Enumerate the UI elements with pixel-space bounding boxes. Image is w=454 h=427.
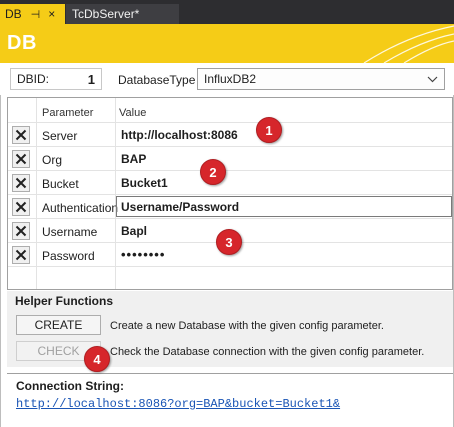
create-button[interactable]: CREATE <box>16 315 101 335</box>
delete-x-icon <box>15 249 27 261</box>
helper-functions-panel: Helper Functions CREATE Create a new Dat… <box>7 291 453 367</box>
delete-x-icon <box>15 153 27 165</box>
connection-string-link[interactable]: http://localhost:8086?org=BAP&bucket=Buc… <box>16 397 340 411</box>
parameter-name: Bucket <box>42 177 79 191</box>
empty-new-row[interactable] <box>8 266 452 289</box>
tab-db-label: DB <box>5 7 22 21</box>
database-type-value: InfluxDB2 <box>204 72 257 86</box>
create-description: Create a new Database with the given con… <box>110 320 384 332</box>
frame-border-left <box>0 63 1 427</box>
column-header-value: Value <box>119 107 147 119</box>
dbid-label: DBID: <box>17 72 50 86</box>
banner-decoration-icon <box>363 25 454 63</box>
delete-row-button[interactable] <box>12 126 30 144</box>
callout-badge: 4 <box>84 346 110 372</box>
tab-db[interactable]: DB ⊣ × <box>0 4 65 24</box>
dbid-field[interactable]: DBID: 1 <box>10 68 102 90</box>
dbid-value: 1 <box>87 71 95 87</box>
delete-row-button[interactable] <box>12 198 30 216</box>
database-type-select[interactable]: InfluxDB2 <box>197 68 445 90</box>
database-config-row: DBID: 1 DatabaseType InfluxDB2 <box>0 63 454 95</box>
parameter-value[interactable]: Username/Password <box>121 200 239 214</box>
parameter-name: Server <box>42 129 78 143</box>
grid-header: Parameter Value <box>8 98 452 122</box>
parameter-name: Authentication <box>42 201 119 215</box>
table-row: Authentication Username/Password <box>8 194 452 218</box>
table-row: Server http://localhost:8086 <box>8 122 452 146</box>
callout-badge: 1 <box>256 117 282 143</box>
parameter-grid: Parameter Value Server http://localhost:… <box>7 97 453 290</box>
callout-badge: 2 <box>200 159 226 185</box>
callout-badge: 3 <box>216 229 242 255</box>
delete-row-button[interactable] <box>12 246 30 264</box>
table-row: Org BAP <box>8 146 452 170</box>
parameter-value[interactable]: http://localhost:8086 <box>121 128 238 142</box>
parameter-value[interactable]: BAP <box>121 152 146 166</box>
parameter-name: Password <box>42 249 95 263</box>
parameter-value[interactable]: Bucket1 <box>121 176 168 190</box>
tab-tcdbserver-label: TcDbServer* <box>72 7 140 21</box>
delete-x-icon <box>15 201 27 213</box>
delete-row-button[interactable] <box>12 150 30 168</box>
tab-tcdbserver[interactable]: TcDbServer* <box>66 4 179 24</box>
table-row: Bucket Bucket1 <box>8 170 452 194</box>
helper-functions-title: Helper Functions <box>15 294 114 308</box>
password-value[interactable]: •••••••• <box>121 247 165 262</box>
delete-x-icon <box>15 129 27 141</box>
connection-string-label: Connection String: <box>16 379 124 393</box>
connection-string-panel: Connection String: http://localhost:8086… <box>7 373 453 427</box>
parameter-name: Username <box>42 225 98 239</box>
delete-row-button[interactable] <box>12 222 30 240</box>
database-type-label: DatabaseType <box>118 73 196 87</box>
title-banner: DB <box>0 24 454 63</box>
column-header-parameter: Parameter <box>42 107 94 119</box>
delete-x-icon <box>15 177 27 189</box>
chevron-down-icon <box>427 76 438 83</box>
document-tab-strip: DB ⊣ × TcDbServer* <box>0 0 454 24</box>
check-button-label: CHECK <box>37 344 80 358</box>
pin-icon[interactable]: ⊣ <box>31 8 41 21</box>
create-button-label: CREATE <box>34 318 83 332</box>
delete-x-icon <box>15 225 27 237</box>
parameter-value[interactable]: Bapl <box>121 224 147 238</box>
delete-row-button[interactable] <box>12 174 30 192</box>
parameter-name: Org <box>42 153 63 167</box>
close-icon[interactable]: × <box>48 7 55 21</box>
page-title: DB <box>7 32 37 54</box>
check-description: Check the Database connection with the g… <box>110 346 425 358</box>
